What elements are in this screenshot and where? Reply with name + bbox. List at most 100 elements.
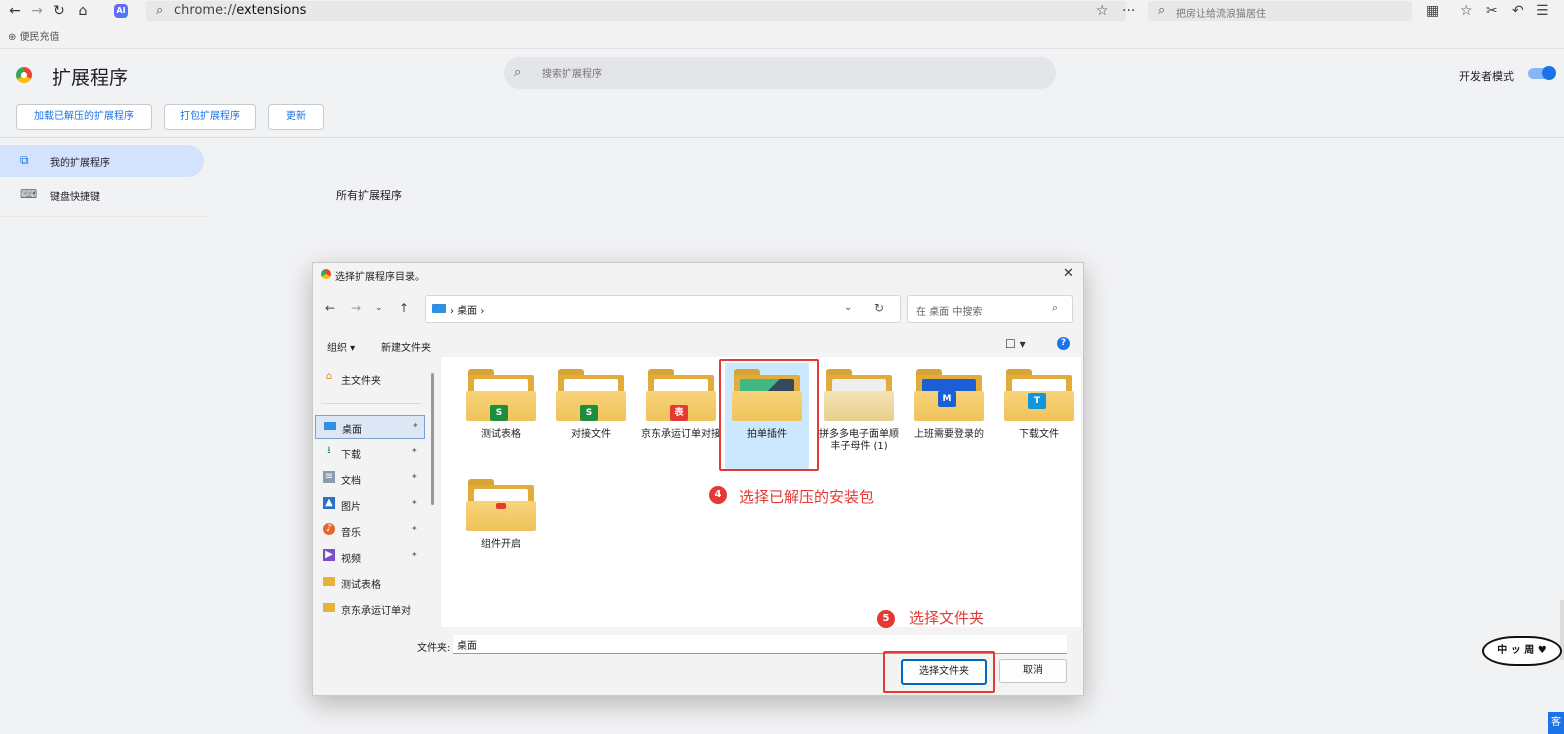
forward-arrow-icon[interactable]: → — [351, 301, 361, 315]
document-icon — [496, 503, 506, 509]
new-folder-button[interactable]: 新建文件夹 — [381, 339, 431, 354]
browser-search-box[interactable]: ⌕ 把房让给流浪猫居住 — [1148, 1, 1412, 21]
browser-search-placeholder: 把房让给流浪猫居住 — [1176, 9, 1266, 20]
step-number-badge: 5 — [877, 610, 895, 628]
extensions-search[interactable]: ⌕ — [504, 57, 1056, 89]
nav-item-label: 主文件夹 — [341, 376, 381, 387]
nav-divider — [321, 403, 421, 404]
puzzle-icon: ⧉ — [20, 153, 29, 167]
pin-icon: ✦ — [411, 472, 418, 481]
organize-menu[interactable]: 组织 ▾ — [327, 339, 355, 354]
pack-extension-button[interactable]: 打包扩展程序 — [164, 104, 256, 130]
load-unpacked-button[interactable]: 加载已解压的扩展程序 — [16, 104, 152, 130]
nav-item-label: 京东承运订单对 — [341, 606, 411, 617]
update-button[interactable]: 更新 — [268, 104, 324, 130]
address-breadcrumb[interactable]: › 桌面 › ⌄ ↻ — [425, 295, 901, 323]
up-arrow-icon[interactable]: ↑ — [399, 301, 409, 315]
spreadsheet-icon: S — [580, 405, 598, 421]
sidebar-item-keyboard-shortcuts[interactable]: ⌨ 键盘快捷键 — [0, 179, 204, 211]
nav-item-pictures[interactable]: ▲ 图片 ✦ — [315, 493, 423, 515]
cancel-button[interactable]: 取消 — [999, 659, 1067, 683]
chrome-logo-icon — [321, 269, 331, 279]
forward-arrow-icon[interactable]: → — [28, 2, 46, 20]
all-extensions-heading: 所有扩展程序 — [336, 189, 402, 202]
folder-label: 拼多多电子面单顺丰子母件 (1) — [819, 429, 899, 452]
close-icon[interactable]: ✕ — [1063, 266, 1074, 281]
nav-scrollbar[interactable] — [431, 373, 434, 505]
folder-item[interactable]: 拼多多电子面单顺丰子母件 (1) — [817, 367, 901, 453]
step-instruction: 选择文件夹 — [909, 609, 985, 627]
developer-mode-toggle[interactable] — [1528, 66, 1556, 80]
chevron-down-icon[interactable]: ⌄ — [375, 303, 383, 313]
reload-icon[interactable]: ↻ — [50, 2, 68, 20]
undo-icon[interactable]: ↶ — [1512, 2, 1524, 20]
dialog-search[interactable]: 在 桌面 中搜索 ⌕ — [907, 295, 1073, 323]
folder-field-value: 桌面 — [457, 641, 477, 652]
url-text: chrome://extensions — [174, 3, 307, 18]
nav-item-label: 文档 — [341, 476, 361, 487]
floating-stamp-widget[interactable]: 中 ッ 周 ♥ — [1482, 636, 1562, 666]
help-icon[interactable]: ? — [1057, 337, 1070, 350]
folder-content-area: S 测试表格 S 对接文件 表 京东承运订单对接 拍单插件 拼多多电子面单顺丰子… — [441, 357, 1081, 628]
document-icon: 表 — [670, 405, 688, 421]
favorites-icon[interactable]: ☆ — [1460, 2, 1473, 20]
dialog-search-placeholder: 在 桌面 中搜索 — [916, 307, 983, 318]
folder-icon — [466, 477, 536, 533]
scissors-icon[interactable]: ✂ — [1486, 2, 1498, 20]
bookmark-star-icon[interactable]: ☆ — [1096, 2, 1109, 20]
select-folder-button[interactable]: 选择文件夹 — [901, 659, 987, 685]
folder-item[interactable]: 组件开启 — [459, 477, 543, 551]
bookmark-item[interactable]: ⊕ 便民充值 — [8, 28, 60, 43]
document-icon: ≡ — [323, 471, 335, 483]
folder-label: 下载文件 — [1019, 429, 1059, 440]
m-app-icon: M — [938, 391, 956, 407]
video-icon: ▶ — [323, 549, 335, 561]
picture-icon: ▲ — [323, 497, 335, 509]
folder-icon — [323, 603, 335, 612]
nav-item-label: 图片 — [341, 502, 361, 513]
developer-mode-label: 开发者模式 — [1459, 70, 1514, 83]
folder-item[interactable]: S 对接文件 — [549, 367, 633, 441]
browser-toolbar: ← → ↻ ⌂ AI ⌕ chrome://extensions ☆ ··· ⌕… — [0, 0, 1564, 22]
pin-icon: ✦ — [411, 524, 418, 533]
nav-item-home[interactable]: ⌂ 主文件夹 — [315, 367, 423, 389]
pin-icon: ✦ — [411, 550, 418, 559]
folder-label: 上班需要登录的 — [914, 429, 984, 440]
address-bar[interactable]: ⌕ chrome://extensions — [146, 1, 1126, 21]
back-arrow-icon[interactable]: ← — [325, 301, 335, 315]
folder-icon: M — [914, 367, 984, 423]
nav-item-documents[interactable]: ≡ 文档 ✦ — [315, 467, 423, 489]
step-instruction: 选择已解压的安装包 — [739, 488, 875, 506]
sidebar-item-my-extensions[interactable]: ⧉ 我的扩展程序 — [0, 145, 204, 177]
nav-item-test-sheet[interactable]: 测试表格 — [315, 571, 423, 593]
nav-item-music[interactable]: ♪ 音乐 ✦ — [315, 519, 423, 541]
back-arrow-icon[interactable]: ← — [6, 2, 24, 20]
folder-item[interactable]: S 测试表格 — [459, 367, 543, 441]
chrome-logo-icon — [16, 67, 32, 83]
extensions-search-input[interactable] — [540, 65, 1024, 83]
pin-icon: ✦ — [412, 421, 419, 430]
folder-icon — [323, 577, 335, 586]
folder-item[interactable]: 表 京东承运订单对接 — [639, 367, 723, 441]
search-icon: ⌕ — [1158, 3, 1166, 18]
nav-item-downloads[interactable]: ⭳ 下载 ✦ — [315, 441, 423, 463]
nav-item-label: 视频 — [341, 554, 361, 565]
select-folder-dialog: 选择扩展程序目录。 ✕ ← → ⌄ ↑ › 桌面 › ⌄ ↻ 在 桌面 中搜索 … — [312, 262, 1084, 696]
nav-item-videos[interactable]: ▶ 视频 ✦ — [315, 545, 423, 567]
folder-item[interactable]: M 上班需要登录的 — [907, 367, 991, 441]
more-dots-icon[interactable]: ··· — [1122, 2, 1135, 20]
header-divider — [0, 137, 1564, 138]
refresh-icon[interactable]: ↻ — [874, 301, 884, 315]
menu-icon[interactable]: ☰ — [1536, 2, 1549, 20]
apps-grid-icon[interactable]: ▦ — [1426, 2, 1439, 20]
chevron-down-icon[interactable]: ⌄ — [844, 302, 852, 313]
home-icon[interactable]: ⌂ — [74, 2, 92, 20]
breadcrumb: › 桌面 › — [450, 306, 485, 317]
nav-item-desktop[interactable]: 桌面 ✦ — [315, 415, 425, 439]
ai-assistant-icon[interactable]: AI — [114, 4, 128, 18]
folder-item[interactable]: T 下载文件 — [997, 367, 1081, 441]
nav-item-jd-orders[interactable]: 京东承运订单对 — [315, 597, 439, 619]
corner-service-badge[interactable]: 客 — [1548, 712, 1564, 734]
view-options-icon[interactable]: ☐ ▾ — [1005, 337, 1026, 351]
folder-icon — [824, 367, 894, 423]
